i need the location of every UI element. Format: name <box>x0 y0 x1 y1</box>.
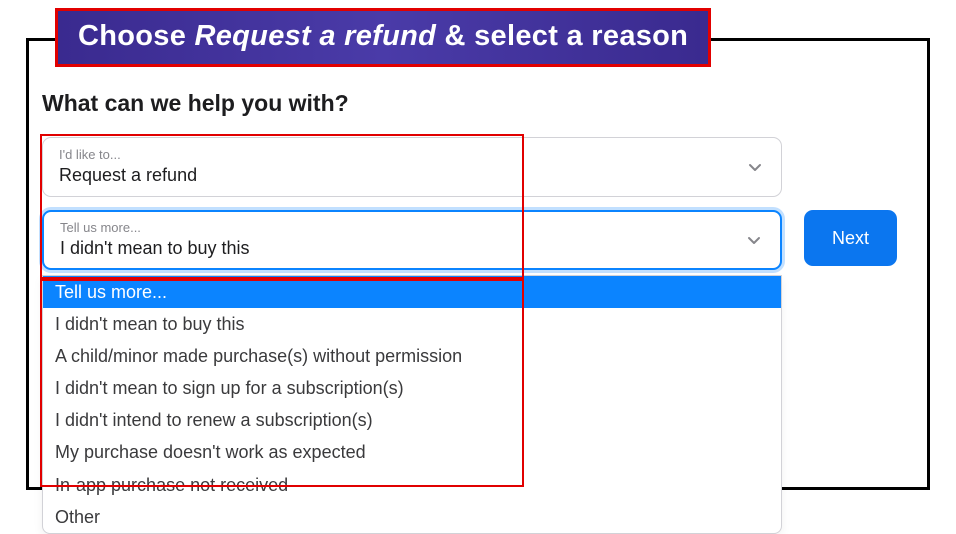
dropdown-option[interactable]: My purchase doesn't work as expected <box>43 436 781 468</box>
dropdown-option[interactable]: I didn't mean to sign up for a subscript… <box>43 372 781 404</box>
dropdown-option[interactable]: Other <box>43 501 781 533</box>
select-reason-value: I didn't mean to buy this <box>60 237 732 260</box>
instruction-text: Choose Request a refund & select a reaso… <box>78 20 688 52</box>
dropdown-option[interactable]: A child/minor made purchase(s) without p… <box>43 340 781 372</box>
banner-pre: Choose <box>78 20 195 52</box>
dropdown-placeholder[interactable]: Tell us more... <box>43 276 781 308</box>
banner-post: & select a reason <box>436 20 688 52</box>
select-topic-label: I'd like to... <box>59 147 733 163</box>
page-title: What can we help you with? <box>42 90 349 117</box>
screenshot-root: Choose Request a refund & select a reaso… <box>0 0 956 515</box>
chevron-down-icon <box>746 232 762 248</box>
instruction-banner: Choose Request a refund & select a reaso… <box>55 8 711 67</box>
dropdown-option[interactable]: I didn't intend to renew a subscription(… <box>43 404 781 436</box>
select-topic[interactable]: I'd like to... Request a refund <box>42 137 782 197</box>
banner-italic: Request a refund <box>195 20 437 52</box>
dropdown-option[interactable]: In-app purchase not received <box>43 469 781 501</box>
reason-dropdown[interactable]: Tell us more... I didn't mean to buy thi… <box>42 275 782 534</box>
dropdown-option[interactable]: I didn't mean to buy this <box>43 308 781 340</box>
select-topic-value: Request a refund <box>59 164 733 187</box>
next-button[interactable]: Next <box>804 210 897 266</box>
chevron-down-icon <box>747 159 763 175</box>
next-button-label: Next <box>832 228 869 249</box>
select-reason-label: Tell us more... <box>60 220 732 236</box>
select-reason[interactable]: Tell us more... I didn't mean to buy thi… <box>42 210 782 270</box>
